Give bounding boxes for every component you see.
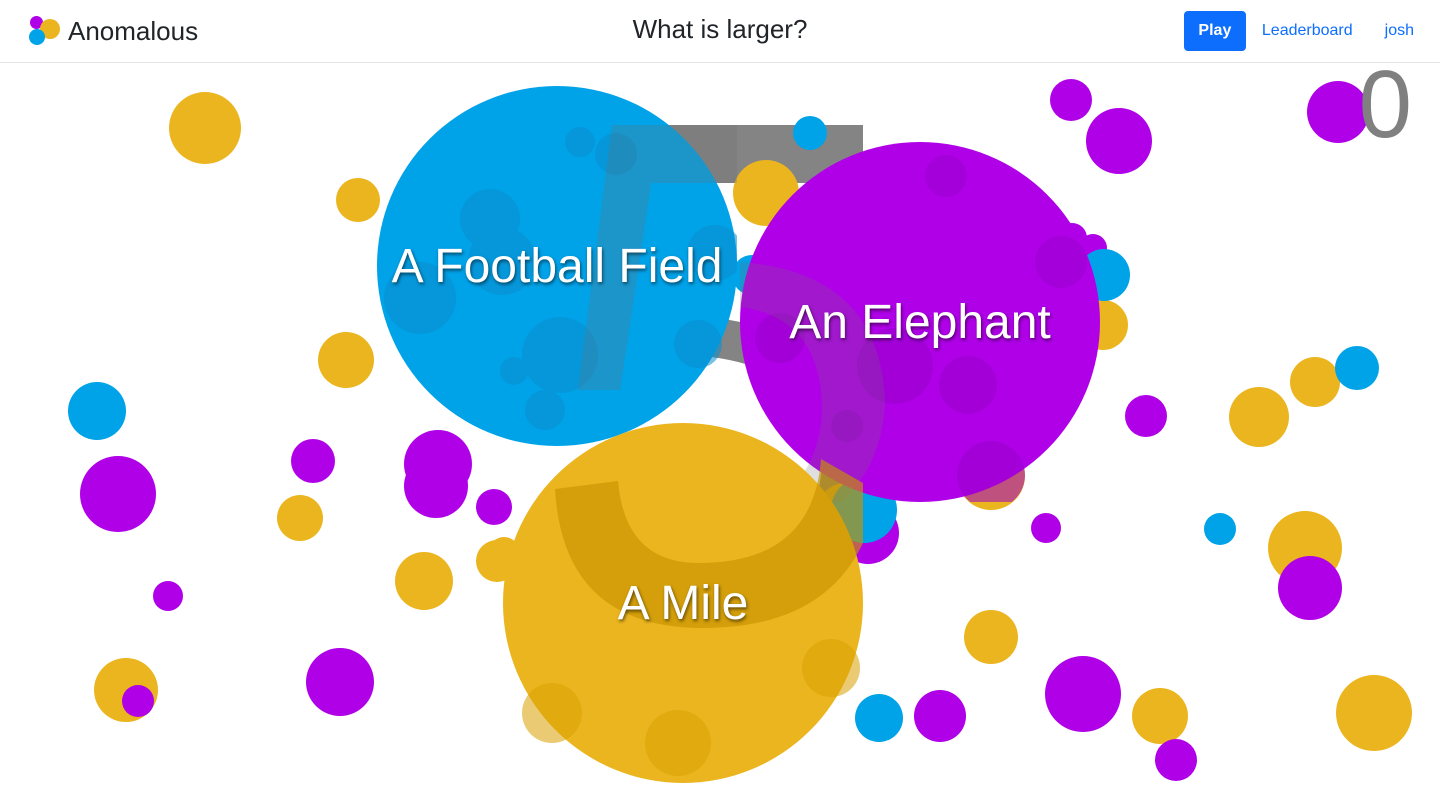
score-counter: 0 [1358, 63, 1412, 158]
choice-mile[interactable]: A Mile [503, 423, 863, 783]
leaderboard-link[interactable]: Leaderboard [1262, 22, 1353, 40]
game-stage: 0 A Football Field An Elephant A Mile [0, 63, 1440, 788]
choice-label-mile: A Mile [617, 576, 749, 630]
user-link[interactable]: josh [1385, 22, 1414, 40]
choice-football-field[interactable]: A Football Field [377, 86, 737, 446]
choice-label-elephant: An Elephant [789, 295, 1051, 349]
choice-label-football-field: A Football Field [391, 239, 723, 293]
top-navbar: Anomalous What is larger? Play Leaderboa… [0, 0, 1440, 63]
nav-right: Play Leaderboard josh [1183, 11, 1414, 51]
play-button[interactable]: Play [1183, 11, 1246, 51]
